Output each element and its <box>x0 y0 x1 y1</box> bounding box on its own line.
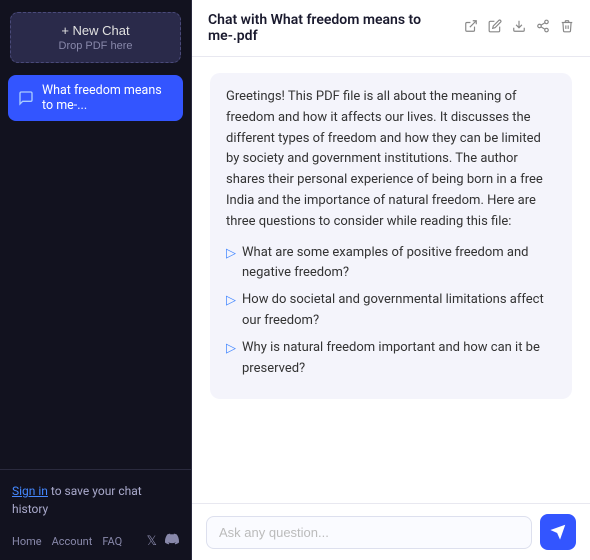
question-text-3: Why is natural freedom important and how… <box>242 338 556 380</box>
question-item-1: ▷ What are some examples of positive fre… <box>226 243 556 285</box>
question-text-1: What are some examples of positive freed… <box>242 243 556 285</box>
chat-bubble-icon <box>18 90 34 106</box>
question-item-3: ▷ Why is natural freedom important and h… <box>226 338 556 380</box>
edit-icon[interactable] <box>488 19 502 37</box>
questions-list: ▷ What are some examples of positive fre… <box>226 243 556 380</box>
question-arrow-2: ▷ <box>226 291 236 312</box>
main-panel: Chat with What freedom means to me-.pdf <box>192 0 590 560</box>
chat-input[interactable] <box>206 516 532 549</box>
sign-in-text: Sign in to save your chat history <box>12 482 179 518</box>
sidebar-footer: Sign in to save your chat history <box>0 469 191 526</box>
nav-home[interactable]: Home <box>12 535 42 548</box>
message-bubble: Greetings! This PDF file is all about th… <box>210 73 572 399</box>
question-arrow-1: ▷ <box>226 244 236 265</box>
send-button[interactable] <box>540 514 576 550</box>
share-icon[interactable] <box>536 19 550 37</box>
sign-in-link[interactable]: Sign in <box>12 484 48 498</box>
nav-faq[interactable]: FAQ <box>102 535 122 548</box>
chat-input-area <box>192 503 590 560</box>
new-chat-label: + New Chat <box>23 23 168 38</box>
chat-header: Chat with What freedom means to me-.pdf <box>192 0 590 57</box>
new-chat-button[interactable]: + New Chat Drop PDF here <box>10 12 181 63</box>
header-icons <box>464 19 574 37</box>
delete-icon[interactable] <box>560 19 574 37</box>
nav-account[interactable]: Account <box>52 535 93 548</box>
download-icon[interactable] <box>512 19 526 37</box>
question-item-2: ▷ How do societal and governmental limit… <box>226 290 556 332</box>
chat-body: Greetings! This PDF file is all about th… <box>192 57 590 503</box>
message-body: Greetings! This PDF file is all about th… <box>226 87 556 233</box>
chat-item-label: What freedom means to me-... <box>42 83 173 113</box>
question-arrow-3: ▷ <box>226 339 236 360</box>
sidebar-nav-links: Home Account FAQ <box>12 535 122 548</box>
chat-item[interactable]: What freedom means to me-... <box>8 75 183 121</box>
external-link-icon[interactable] <box>464 19 478 37</box>
drop-pdf-label: Drop PDF here <box>23 40 168 52</box>
question-text-2: How do societal and governmental limitat… <box>242 290 556 332</box>
sidebar-nav-icons: 𝕏 <box>147 532 179 550</box>
sidebar: + New Chat Drop PDF here What freedom me… <box>0 0 192 560</box>
chat-title: Chat with What freedom means to me-.pdf <box>208 12 464 44</box>
discord-icon[interactable] <box>165 532 179 550</box>
sidebar-nav: Home Account FAQ 𝕏 <box>0 526 191 560</box>
twitter-icon[interactable]: 𝕏 <box>147 534 157 549</box>
chat-list: What freedom means to me-... <box>0 71 191 469</box>
